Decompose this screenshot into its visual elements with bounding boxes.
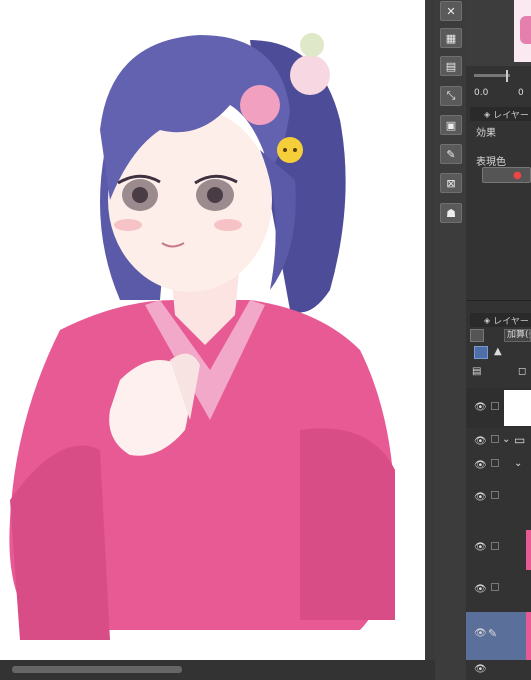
drawing-canvas[interactable] xyxy=(0,0,425,660)
layer-checkbox[interactable] xyxy=(491,491,499,499)
folder-icon[interactable]: ▣ xyxy=(440,115,462,135)
tab-label: レイヤー xyxy=(493,316,529,327)
layer-row[interactable]: 👁 xyxy=(466,578,531,600)
grid-icon[interactable]: ▦ xyxy=(440,28,462,48)
horizontal-scrollbar[interactable] xyxy=(0,660,435,680)
command-toolstrip: ✕ ▦ ▤ ⤡ ▣ ✎ ⊠ ☗ xyxy=(435,0,467,680)
layer-row[interactable]: 👁 ⌄ ▭ xyxy=(466,430,531,452)
blend-mode-select[interactable]: 加算(発 xyxy=(504,329,531,342)
navigator-slider-row[interactable] xyxy=(466,70,531,82)
layer-row[interactable]: 👁 xyxy=(466,486,531,508)
layer-checkbox[interactable] xyxy=(491,583,499,591)
layer-thumbnail xyxy=(504,390,531,426)
transform-icon[interactable]: ⤡ xyxy=(440,86,462,106)
layer-checkbox[interactable] xyxy=(491,402,499,410)
edit-icon[interactable]: ✎ xyxy=(440,144,462,164)
navigator-right-value: 0 xyxy=(518,88,524,98)
effect-row: 効果 xyxy=(466,123,531,139)
layer-checkbox[interactable] xyxy=(491,542,499,550)
color-mode-button[interactable]: ● xyxy=(482,167,531,183)
divider xyxy=(466,300,531,301)
visibility-eye-icon[interactable]: 👁 xyxy=(474,542,487,553)
visibility-eye-icon[interactable]: 👁 xyxy=(474,664,487,675)
folder-icon: ▭ xyxy=(514,433,526,447)
layer-row[interactable]: 👁 xyxy=(466,662,531,680)
layer-tab-icon: ◈ xyxy=(484,109,491,119)
blend-mode-row: 加算(発 xyxy=(470,329,531,343)
visibility-eye-icon[interactable]: 👁 xyxy=(474,402,487,413)
layer-row-selected[interactable]: 👁 ✎ xyxy=(466,612,531,660)
close-icon[interactable]: ✕ xyxy=(440,1,462,21)
delete-icon[interactable]: ⊠ xyxy=(440,173,462,193)
folder-chevron-icon[interactable]: ⌄ xyxy=(502,434,510,445)
visibility-eye-icon[interactable]: 👁 xyxy=(474,628,487,639)
navigator-values-row: 0.0 0 xyxy=(466,88,531,100)
comment-icon[interactable]: ◻ xyxy=(518,366,526,377)
layer-mask-icon[interactable]: ▤ xyxy=(472,366,481,377)
reference-icon[interactable]: ▲ xyxy=(494,346,502,357)
layer-icon[interactable]: ▤ xyxy=(440,56,462,76)
effect-label: 効果 xyxy=(476,128,496,139)
visibility-eye-icon[interactable]: 👁 xyxy=(474,584,487,595)
tab-label: レイヤー xyxy=(493,110,529,121)
tab-layer-properties[interactable]: ◈ レイヤー xyxy=(470,107,531,121)
layer-row[interactable]: 👁 xyxy=(466,388,531,428)
blend-mode-icon[interactable] xyxy=(470,329,484,342)
color-circles-icon: ● xyxy=(513,170,522,181)
visibility-eye-icon[interactable]: 👁 xyxy=(474,460,487,471)
layer-color-tag xyxy=(526,612,531,660)
layer-toolbar-row: ▲ xyxy=(470,346,531,360)
figure-icon[interactable]: ☗ xyxy=(440,203,462,223)
visibility-eye-icon[interactable]: 👁 xyxy=(474,492,487,503)
layer-checkbox[interactable] xyxy=(491,435,499,443)
visibility-eye-icon[interactable]: 👁 xyxy=(474,436,487,447)
display-color-label: 表現色 xyxy=(476,157,506,168)
lock-transparent-icon[interactable] xyxy=(474,346,488,359)
layer-tab-icon: ◈ xyxy=(484,315,491,325)
navigator-panel xyxy=(466,0,531,66)
illustration xyxy=(9,33,395,640)
layer-row[interactable]: 👁 xyxy=(466,530,531,570)
navigator-thumbnail[interactable] xyxy=(514,0,531,62)
display-color-row: 表現色 xyxy=(466,153,531,168)
layer-color-tag xyxy=(526,530,531,570)
blend-mode-value: 加算(発 xyxy=(507,330,530,340)
scroll-thumb[interactable] xyxy=(12,666,182,673)
vertical-scrollbar[interactable] xyxy=(425,0,435,660)
layer-row[interactable]: 👁 ⌄ xyxy=(466,454,531,476)
pen-edit-icon: ✎ xyxy=(488,627,498,640)
layer-checkbox[interactable] xyxy=(491,459,499,467)
folder-chevron-icon[interactable]: ⌄ xyxy=(514,458,522,469)
layer-options-row: ▤ ◻ xyxy=(470,366,531,380)
tab-layers[interactable]: ◈ レイヤー xyxy=(470,313,531,327)
navigator-left-value: 0.0 xyxy=(474,88,489,98)
